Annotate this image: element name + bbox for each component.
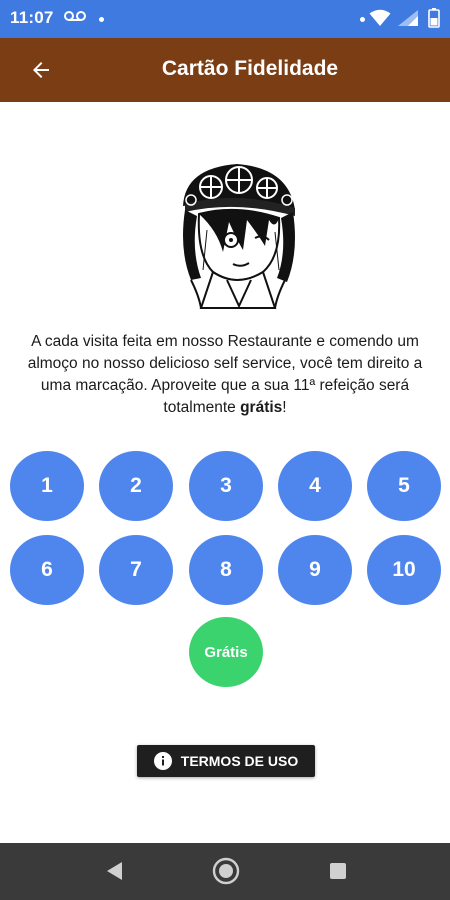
page-title: Cartão Fidelidade	[161, 57, 339, 80]
battery-icon	[428, 8, 440, 28]
stamp-2[interactable]: 2	[99, 451, 173, 521]
stamp-free[interactable]: Grátis	[189, 617, 263, 687]
description-text: A cada visita feita em nosso Restaurante…	[27, 333, 423, 416]
notification-dot-icon	[360, 17, 365, 22]
stamp-5[interactable]: 5	[367, 451, 441, 521]
back-triangle-icon[interactable]	[104, 859, 124, 883]
wifi-icon	[369, 9, 391, 26]
description-text-end: !	[282, 399, 287, 416]
notification-dot-icon	[99, 17, 104, 22]
stamp-4[interactable]: 4	[278, 451, 352, 521]
stamp-10[interactable]: 10	[367, 535, 441, 605]
description-bold-free: grátis	[240, 399, 283, 416]
voicemail-icon	[64, 11, 86, 21]
chef-character-logo	[183, 164, 295, 309]
stamp-9[interactable]: 9	[278, 535, 352, 605]
recents-square-icon[interactable]	[329, 862, 347, 880]
signal-icon	[398, 10, 418, 26]
home-circle-icon[interactable]	[212, 857, 240, 885]
app-bar: Cartão Fidelidade	[0, 38, 450, 102]
stamp-8[interactable]: 8	[189, 535, 263, 605]
status-bar: 11:07	[0, 0, 450, 38]
stamp-3[interactable]: 3	[189, 451, 263, 521]
system-nav-bar	[0, 843, 450, 900]
terms-of-use-button[interactable]: TERMOS DE USO	[137, 745, 315, 777]
status-time: 11:07	[10, 8, 54, 27]
stamp-6[interactable]: 6	[10, 535, 84, 605]
stamp-7[interactable]: 7	[99, 535, 173, 605]
loyalty-description: A cada visita feita em nosso Restaurante…	[20, 331, 430, 419]
terms-label: TERMOS DE USO	[180, 753, 299, 769]
stamp-1[interactable]: 1	[10, 451, 84, 521]
info-icon	[153, 752, 172, 770]
